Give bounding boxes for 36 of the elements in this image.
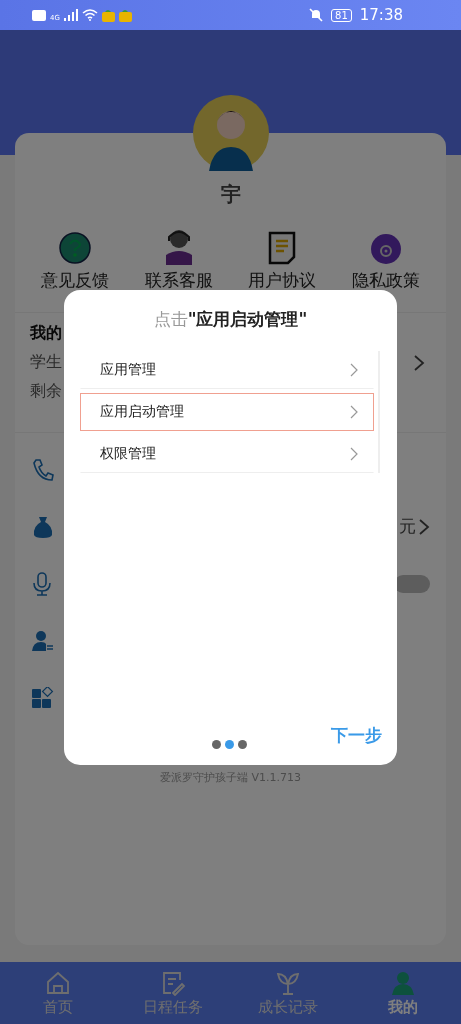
chevron-right-icon[interactable] — [418, 517, 430, 536]
settings-option[interactable]: 应用启动管理 — [80, 393, 374, 431]
membership-title: 我的 — [30, 323, 63, 344]
membership-line: 学生 — [30, 352, 62, 373]
quick-link-label[interactable]: 隐私政策 — [352, 269, 421, 292]
quick-link-label[interactable]: 联系客服 — [144, 269, 213, 292]
chevron-right-icon — [350, 447, 358, 461]
app-notification-icon — [101, 8, 115, 22]
user-name: 宇 — [220, 181, 241, 208]
status-time: 17:38 — [359, 6, 403, 24]
home-icon — [44, 969, 71, 996]
user-switch-icon[interactable] — [32, 629, 54, 652]
app-notification-icon — [118, 8, 132, 22]
chevron-right-icon — [350, 363, 358, 377]
settings-option[interactable]: 应用管理 — [80, 351, 374, 389]
phone-icon[interactable] — [32, 457, 54, 482]
quick-link-label[interactable]: 用户协议 — [248, 269, 317, 292]
battery-level: 81 — [331, 8, 352, 22]
money-bag-icon[interactable] — [32, 514, 54, 539]
dialog-title: 点击"应用启动管理" — [152, 308, 309, 331]
microphone-icon[interactable] — [32, 571, 52, 596]
person-icon — [390, 969, 417, 996]
mute-bell-icon — [309, 8, 324, 22]
signal-icon — [63, 9, 78, 21]
settings-option[interactable]: 权限管理 — [80, 435, 374, 473]
chevron-right-icon — [350, 405, 358, 419]
nav-tab[interactable]: 我的 — [345, 962, 461, 1024]
apps-grid-icon[interactable] — [32, 686, 54, 709]
quick-link-label[interactable]: 意见反馈 — [40, 269, 109, 292]
chevron-right-icon[interactable] — [413, 353, 425, 372]
membership-line: 剩余 — [30, 381, 63, 402]
wifi-icon — [81, 9, 98, 21]
help-icon[interactable] — [57, 231, 92, 265]
document-icon[interactable] — [268, 231, 297, 265]
balance-unit: 元 — [399, 515, 416, 538]
next-step-button[interactable]: 下一步 — [331, 724, 382, 747]
